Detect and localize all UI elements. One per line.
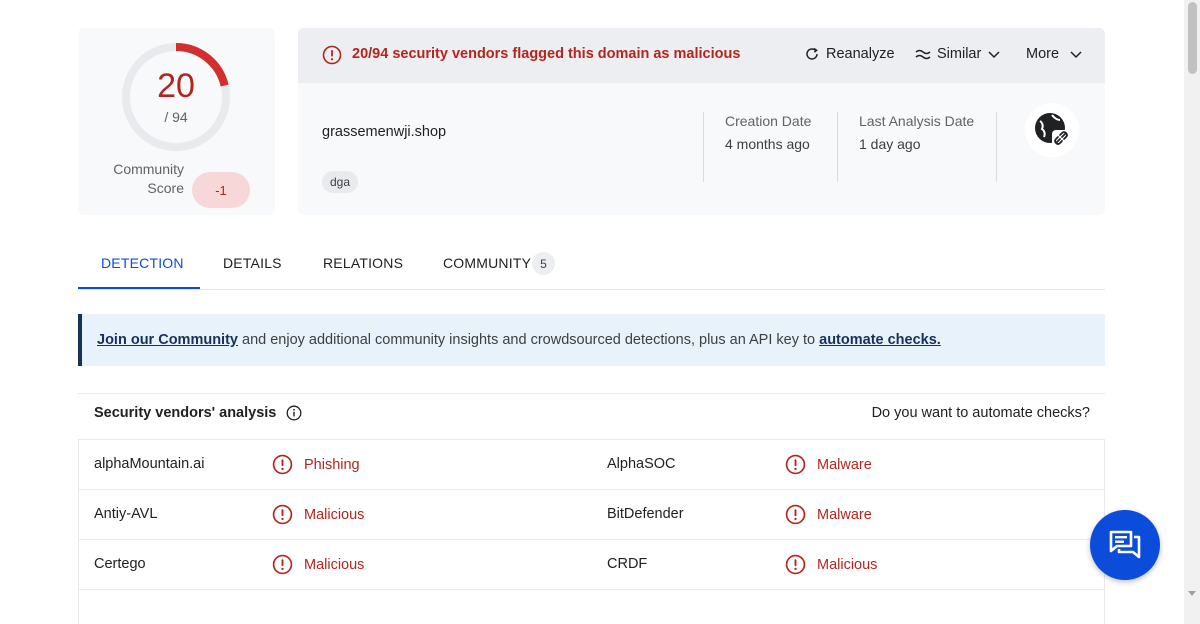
table-row: alphaMountain.ai Phishing AlphaSOC Malwa… bbox=[79, 440, 1104, 490]
analysis-title-text: Security vendors' analysis bbox=[94, 405, 277, 421]
domain-tag[interactable]: dga bbox=[322, 171, 359, 193]
table-row: Certego Malicious CRDF Malicious bbox=[79, 540, 1104, 590]
tab-community[interactable]: COMMUNITY bbox=[443, 255, 531, 271]
verdict: Malicious bbox=[785, 554, 877, 575]
domain-summary-card: 20/94 security vendors flagged this doma… bbox=[298, 28, 1105, 215]
scroll-down-arrow-icon[interactable] bbox=[1188, 591, 1196, 596]
divider bbox=[996, 112, 997, 182]
alert-circle-icon bbox=[785, 454, 806, 475]
verdict-label: Malware bbox=[817, 506, 872, 523]
more-label: More bbox=[1026, 46, 1060, 62]
table-row: Antiy-AVL Malicious BitDefender Malware bbox=[79, 490, 1104, 540]
creation-date-value: 4 months ago bbox=[725, 136, 810, 152]
community-count-badge: 5 bbox=[532, 252, 555, 275]
vendor-name: alphaMountain.ai bbox=[94, 456, 205, 472]
vendors-analysis-section: Security vendors' analysis Do you want t… bbox=[78, 393, 1105, 624]
refresh-icon bbox=[806, 47, 818, 60]
automate-checks-prompt[interactable]: Do you want to automate checks? bbox=[872, 405, 1090, 421]
verdict-label: Malicious bbox=[304, 556, 365, 573]
vendor-name: AlphaSOC bbox=[607, 456, 676, 472]
domain-name[interactable]: grassemenwji.shop bbox=[322, 124, 446, 140]
banner-text: and enjoy additional community insights … bbox=[237, 332, 820, 348]
verdict: Malware bbox=[785, 504, 872, 525]
domain-type-badge bbox=[1025, 103, 1079, 157]
chat-icon bbox=[1109, 530, 1141, 559]
alert-bar: 20/94 security vendors flagged this doma… bbox=[298, 28, 1105, 83]
tab-detection[interactable]: DETECTION bbox=[101, 255, 184, 271]
vendor-name: CRDF bbox=[607, 556, 648, 572]
similar-label: Similar bbox=[937, 46, 982, 62]
alert-circle-icon bbox=[272, 504, 293, 525]
verdict: Malicious bbox=[272, 554, 364, 575]
info-icon[interactable] bbox=[286, 405, 302, 421]
detection-score-card: 20 / 94 Community Score -1 bbox=[78, 28, 275, 215]
chevron-down-icon bbox=[1070, 51, 1082, 59]
tab-relations[interactable]: RELATIONS bbox=[323, 255, 403, 271]
verdict: Malware bbox=[785, 454, 872, 475]
chevron-down-icon bbox=[988, 51, 1000, 59]
vendors-table: alphaMountain.ai Phishing AlphaSOC Malwa… bbox=[78, 439, 1105, 624]
verdict: Phishing bbox=[272, 454, 360, 475]
scrollbar-thumb[interactable] bbox=[1188, 2, 1197, 74]
similar-icon bbox=[915, 49, 931, 60]
chat-button[interactable] bbox=[1090, 510, 1160, 580]
page-scrollbar[interactable] bbox=[1184, 0, 1200, 624]
verdict-label: Malicious bbox=[304, 506, 365, 523]
tab-details[interactable]: DETAILS bbox=[223, 255, 282, 271]
community-banner: Join our Community and enjoy additional … bbox=[78, 314, 1105, 366]
verdict-label: Phishing bbox=[304, 456, 360, 473]
community-score-label: Community Score bbox=[113, 161, 184, 196]
vendor-name: Antiy-AVL bbox=[94, 506, 158, 522]
automate-checks-link[interactable]: automate checks. bbox=[819, 332, 941, 348]
vendor-name: BitDefender bbox=[607, 506, 684, 522]
alert-circle-icon bbox=[322, 45, 342, 65]
alert-circle-icon bbox=[785, 504, 806, 525]
alert-circle-icon bbox=[272, 454, 293, 475]
join-community-link[interactable]: Join our Community bbox=[97, 332, 238, 348]
alert-circle-icon bbox=[785, 554, 806, 575]
active-tab-indicator bbox=[78, 287, 200, 289]
reanalyze-button[interactable]: Reanalyze bbox=[804, 46, 895, 62]
verdict: Malicious bbox=[272, 504, 364, 525]
verdict-label: Malicious bbox=[817, 556, 878, 573]
reanalyze-label: Reanalyze bbox=[826, 46, 895, 62]
alert-circle-icon bbox=[272, 554, 293, 575]
tab-bar: DETECTION DETAILS RELATIONS COMMUNITY 5 bbox=[78, 240, 1105, 290]
vendor-name: Certego bbox=[94, 556, 146, 572]
divider bbox=[703, 112, 704, 182]
alert-text: 20/94 security vendors flagged this doma… bbox=[352, 46, 741, 62]
last-analysis-value: 1 day ago bbox=[859, 136, 921, 152]
detection-count: 20 bbox=[157, 67, 195, 105]
detection-total: / 94 bbox=[164, 109, 188, 125]
last-analysis-label: Last Analysis Date bbox=[859, 113, 975, 129]
community-score-badge[interactable]: -1 bbox=[192, 172, 250, 208]
globe-link-icon bbox=[1035, 113, 1072, 150]
analysis-title: Security vendors' analysis bbox=[94, 405, 302, 421]
creation-date-label: Creation Date bbox=[725, 113, 812, 129]
divider bbox=[837, 112, 838, 182]
similar-dropdown[interactable]: Similar bbox=[915, 46, 1001, 62]
verdict-label: Malware bbox=[817, 456, 872, 473]
more-dropdown[interactable]: More bbox=[1026, 46, 1083, 62]
